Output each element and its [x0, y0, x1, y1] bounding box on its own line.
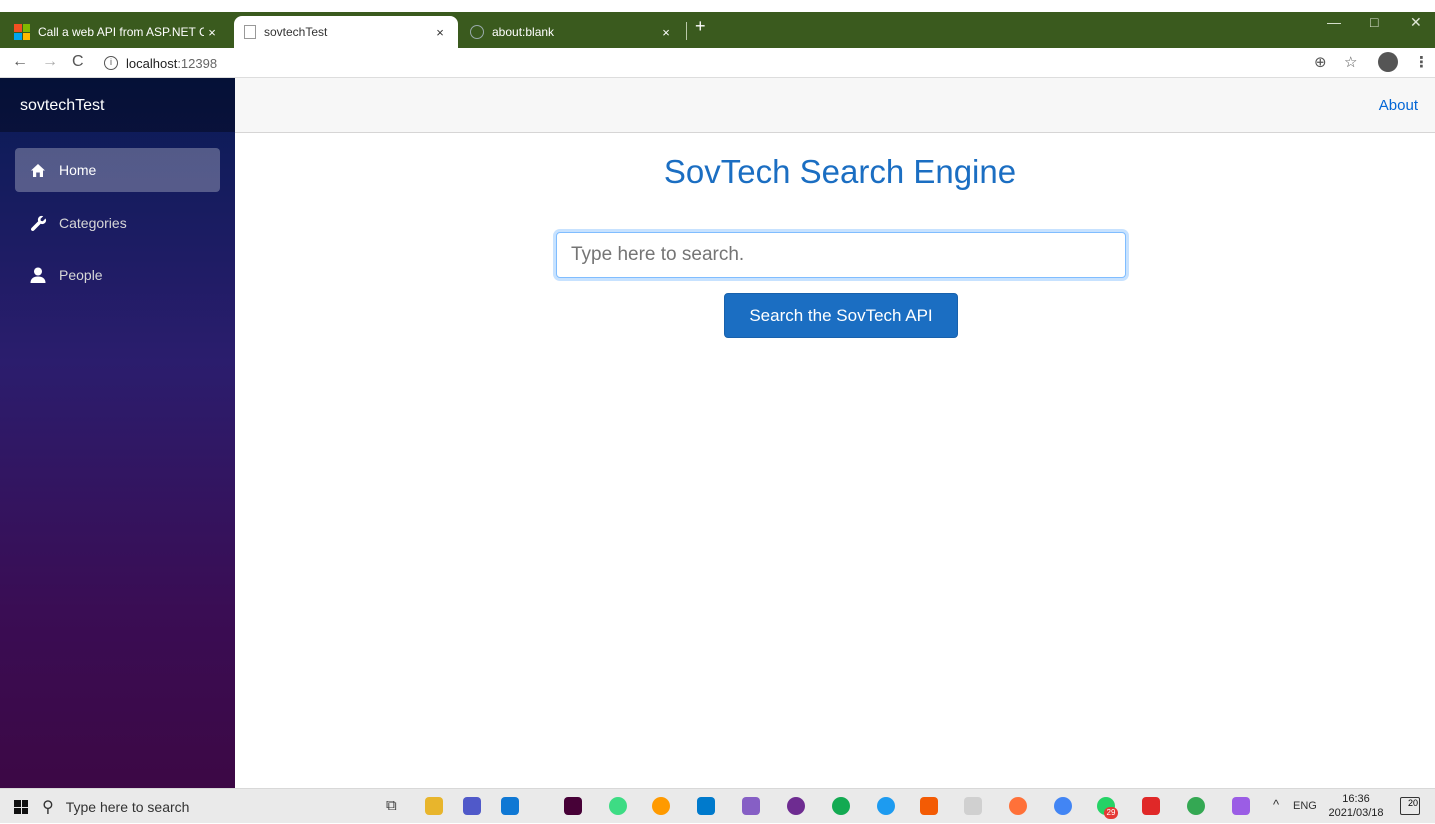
app-icon[interactable] [964, 797, 982, 815]
sidebar-item-people[interactable]: People [15, 253, 220, 297]
mongodb-compass-icon[interactable] [832, 797, 850, 815]
xampp-icon[interactable] [920, 797, 938, 815]
chrome-profile-icon[interactable] [1187, 797, 1205, 815]
taskbar-clock[interactable]: 16:36 2021/03/18 [1326, 792, 1386, 820]
acrobat-icon[interactable] [1142, 797, 1160, 815]
address-bar[interactable]: i localhost :12398 [104, 52, 1284, 74]
screen-top-strip [0, 0, 1435, 12]
tab-close-icon[interactable]: × [432, 25, 448, 40]
adobe-xd-icon[interactable] [564, 797, 582, 815]
github-desktop-icon[interactable] [787, 797, 805, 815]
tab-call-web-api[interactable]: Call a web API from ASP.NET Cor × [4, 16, 230, 48]
postman-icon[interactable] [652, 797, 670, 815]
tab-title: about:blank [492, 25, 555, 39]
tab-separator [686, 22, 687, 40]
notification-center-icon[interactable]: 20 [1400, 797, 1420, 815]
windows-start-icon[interactable] [14, 800, 28, 814]
document-icon [244, 25, 256, 39]
info-icon[interactable]: i [104, 56, 118, 70]
sidebar-item-label: Home [59, 162, 97, 178]
clock-date: 2021/03/18 [1328, 807, 1384, 819]
app-brand[interactable]: sovtechTest [0, 78, 235, 132]
language-indicator[interactable]: ENG [1293, 800, 1317, 812]
file-explorer-icon[interactable] [425, 797, 443, 815]
microsoft-icon [14, 24, 30, 40]
tab-close-icon[interactable]: × [658, 25, 674, 40]
visual-studio-icon[interactable] [742, 797, 760, 815]
bookmark-star-icon[interactable]: ☆ [1344, 53, 1357, 71]
top-row: About [235, 78, 1435, 133]
zoom-icon[interactable]: ⊕ [1314, 53, 1327, 71]
close-window-icon[interactable]: ✕ [1410, 14, 1422, 31]
whatsapp-badge: 29 [1104, 807, 1118, 819]
vscode-icon[interactable] [697, 797, 715, 815]
page-title: SovTech Search Engine [663, 153, 1017, 190]
taskbar-search-box[interactable]: ⚲ Type here to search [42, 789, 362, 824]
search-icon: ⚲ [42, 798, 54, 816]
visual-studio-2-icon[interactable] [1232, 797, 1250, 815]
sidebar-item-categories[interactable]: Categories [15, 201, 220, 245]
profile-avatar-icon[interactable] [1378, 52, 1398, 72]
sidebar-item-label: Categories [59, 215, 127, 231]
reload-icon[interactable]: C [72, 53, 84, 71]
teams-icon[interactable] [463, 797, 481, 815]
clock-time: 16:36 [1342, 793, 1370, 805]
tab-about-blank[interactable]: about:blank × [460, 16, 684, 48]
android-studio-icon[interactable] [609, 797, 627, 815]
chrome-icon[interactable] [1054, 797, 1072, 815]
tab-title: Call a web API from ASP.NET Cor [38, 25, 204, 39]
chevron-up-icon[interactable]: ^ [1273, 797, 1279, 812]
sidebar-item-label: People [59, 267, 103, 283]
browser-tab-bar: Call a web API from ASP.NET Cor × sovtec… [0, 12, 1435, 48]
tab-sovtechtest[interactable]: sovtechTest × [234, 16, 458, 48]
browser-toolbar: ← → C i localhost :12398 ⊕ ☆ ⋮ [0, 48, 1435, 78]
tab-close-icon[interactable]: × [204, 25, 220, 40]
forward-icon[interactable]: → [42, 53, 58, 71]
restore-icon[interactable]: □ [1370, 14, 1378, 30]
back-icon[interactable]: ← [12, 53, 28, 71]
task-view-icon[interactable]: ⧉ [386, 797, 397, 814]
search-input[interactable] [556, 232, 1126, 278]
globe-icon [470, 25, 484, 39]
about-link[interactable]: About [1379, 97, 1418, 114]
docker-icon[interactable] [877, 797, 895, 815]
url-port: :12398 [177, 55, 218, 71]
url-host: localhost [126, 55, 178, 71]
person-icon [29, 266, 47, 284]
tab-title: sovtechTest [264, 25, 328, 39]
menu-kebab-icon[interactable]: ⋮ [1414, 53, 1429, 71]
sidebar-item-home[interactable]: Home [15, 148, 220, 192]
wrench-icon [29, 214, 47, 232]
windows-taskbar: ⚲ Type here to search ⧉ 29 ^ ENG 16:36 2… [0, 788, 1435, 823]
home-icon [29, 161, 47, 179]
new-tab-button[interactable]: + [695, 17, 706, 35]
outlook-icon[interactable] [501, 797, 519, 815]
minimize-icon[interactable]: — [1327, 14, 1341, 30]
search-api-button[interactable]: Search the SovTech API [724, 293, 958, 338]
sidebar: sovtechTest Home Categories People [0, 78, 235, 788]
taskbar-search-placeholder: Type here to search [65, 798, 190, 815]
firefox-icon[interactable] [1009, 797, 1027, 815]
